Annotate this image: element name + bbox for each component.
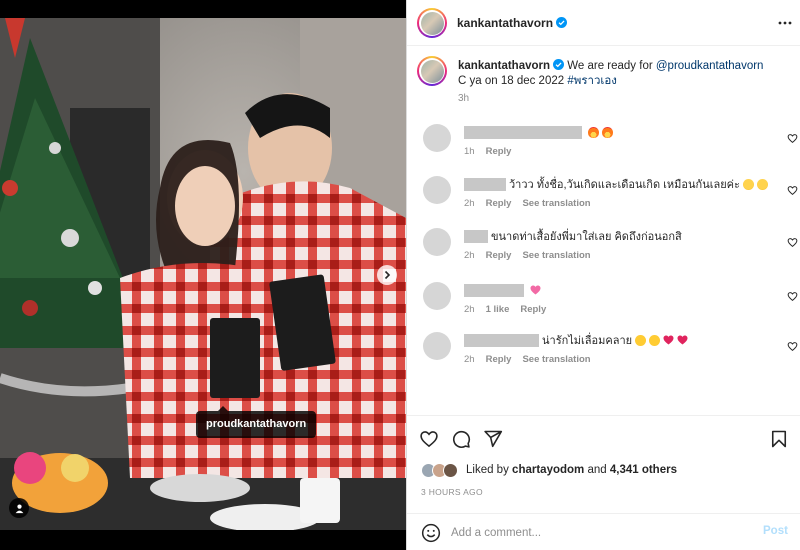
red-heart-emoji (677, 335, 688, 345)
commenter-avatar[interactable] (423, 332, 451, 360)
more-icon[interactable] (777, 15, 793, 31)
author-avatar[interactable] (417, 8, 447, 38)
caption-avatar[interactable] (417, 56, 447, 86)
commenter-username-redacted[interactable] (464, 125, 582, 139)
verified-icon (556, 17, 568, 28)
commenter-username-redacted[interactable] (464, 333, 539, 347)
comment-meta: 1h Reply (464, 146, 511, 157)
comment-heart-icon[interactable] (787, 341, 798, 352)
comment-heart-icon[interactable] (787, 291, 798, 302)
comment-row: 2h 1 like Reply (417, 282, 798, 326)
comment-time[interactable]: 1h (464, 146, 475, 157)
post-panel: kankantathavorn kankantathavorn We are r… (406, 0, 800, 550)
post-media: proudkantathavorn (0, 0, 406, 550)
liked-by-and: and (587, 464, 607, 476)
comment-time[interactable]: 2h (464, 354, 475, 365)
comment-heart-icon[interactable] (787, 185, 798, 196)
share-icon[interactable] (483, 429, 503, 449)
comment-time[interactable]: 2h (464, 198, 475, 209)
see-translation-button[interactable]: See translation (522, 354, 590, 365)
comment-text: ว้าวว ทั้งชื่อ,วันเกิดและเดือนเกิด เหมือ… (464, 176, 768, 192)
commenter-avatar[interactable] (423, 124, 451, 152)
commenter-avatar[interactable] (423, 282, 451, 310)
red-heart-emoji (663, 335, 674, 345)
see-translation-button[interactable]: See translation (522, 198, 590, 209)
chevron-right-icon (384, 270, 391, 280)
user-tag-icon (15, 504, 23, 513)
comment-time[interactable]: 2h (464, 250, 475, 261)
instagram-post-modal: proudkantathavorn kankantathavorn kankan… (0, 0, 800, 550)
commenter-username-redacted[interactable] (464, 229, 488, 243)
author-username[interactable]: kankantathavorn (457, 16, 568, 30)
caption-time[interactable]: 3h (458, 93, 469, 104)
fire-emoji (588, 126, 599, 138)
caption-username[interactable]: kankantathavorn (458, 60, 550, 72)
comment-composer: Post (407, 513, 800, 550)
comment-reply-button[interactable]: Reply (486, 146, 512, 157)
comment-reply-button[interactable]: Reply (486, 250, 512, 261)
save-icon[interactable] (769, 429, 789, 449)
liked-by-others-link[interactable]: 4,341 others (610, 464, 677, 476)
caption-line2: C ya on 18 dec 2022 (458, 75, 565, 87)
emoji-icon[interactable] (421, 523, 441, 543)
liker-avatar[interactable] (443, 462, 458, 478)
heart-icon[interactable] (419, 429, 439, 449)
comment-reply-button[interactable]: Reply (486, 354, 512, 365)
post-comment-button[interactable]: Post (763, 525, 788, 537)
comment-text: น่ารักไม่เลื่อมคลาย (464, 332, 688, 348)
commenter-username-redacted[interactable] (464, 283, 524, 297)
verified-icon (553, 59, 565, 70)
user-tag-label[interactable]: proudkantathavorn (196, 406, 317, 438)
post-timestamp[interactable]: 3 HOURS AGO (421, 487, 483, 497)
comment-likes[interactable]: 1 like (486, 304, 510, 315)
comment-meta: 2h 1 like Reply (464, 304, 546, 315)
comment-input[interactable] (451, 522, 751, 544)
tagged-users-button[interactable] (9, 498, 29, 518)
post-photo[interactable] (0, 18, 406, 530)
comment-text: ขนาดท่าเสื้อยังพี่มาใส่เลย คิดถึงก่อนอกส… (464, 228, 682, 244)
comment-time[interactable]: 2h (464, 304, 475, 315)
fire-emoji (602, 126, 613, 138)
comment-meta: 2h Reply See translation (464, 354, 591, 365)
caption-hashtag-link[interactable]: #พราวเอง (567, 75, 617, 87)
author-username-text[interactable]: kankantathavorn (457, 16, 553, 30)
comment-heart-icon[interactable] (787, 133, 798, 144)
post-actions: Liked by chartayodom and 4,341 others 3 … (407, 415, 800, 550)
heart-eyes-emoji (635, 334, 647, 346)
comment-body: น่ารักไม่เลื่อมคลาย (542, 335, 633, 347)
comment-meta: 2h Reply See translation (464, 198, 591, 209)
liked-by-text: Liked by chartayodom and 4,341 others (466, 464, 677, 476)
comment-body: ว้าวว ทั้งชื่อ,วันเกิดและเดือนเกิด เหมือ… (509, 179, 740, 191)
comment-meta: 2h Reply See translation (464, 250, 591, 261)
carousel-next-button[interactable] (377, 265, 397, 285)
laughing-emoji (742, 178, 754, 190)
caption-text: kankantathavorn We are ready for @proudk… (458, 59, 788, 89)
comment-text (464, 282, 541, 298)
laughing-emoji (756, 178, 768, 190)
comment-heart-icon[interactable] (787, 237, 798, 248)
sparkling-heart-emoji (530, 285, 541, 295)
comment-icon[interactable] (451, 429, 471, 449)
comment-row: น่ารักไม่เลื่อมคลาย 2h Reply See translatio… (417, 332, 798, 376)
see-translation-button[interactable]: See translation (522, 250, 590, 261)
liked-by-prefix: Liked by (466, 464, 509, 476)
caption-body: We are ready for (567, 60, 653, 72)
commenter-avatar[interactable] (423, 228, 451, 256)
comment-row: 1h Reply (417, 124, 798, 168)
comment-row: ขนาดท่าเสื้อยังพี่มาใส่เลย คิดถึงก่อนอกส… (417, 228, 798, 272)
comment-reply-button[interactable]: Reply (486, 198, 512, 209)
heart-eyes-emoji (649, 334, 661, 346)
comment-text (464, 124, 613, 140)
comment-body: ขนาดท่าเสื้อยังพี่มาใส่เลย คิดถึงก่อนอกส… (491, 231, 682, 243)
liked-by-user-link[interactable]: chartayodom (512, 464, 584, 476)
liked-by: Liked by chartayodom and 4,341 others (421, 461, 677, 479)
caption-mention-link[interactable]: @proudkantathavorn (656, 60, 764, 72)
commenter-username-redacted[interactable] (464, 177, 506, 191)
post-header: kankantathavorn (407, 0, 800, 46)
commenter-avatar[interactable] (423, 176, 451, 204)
comment-row: ว้าวว ทั้งชื่อ,วันเกิดและเดือนเกิด เหมือ… (417, 176, 798, 220)
comment-reply-button[interactable]: Reply (520, 304, 546, 315)
